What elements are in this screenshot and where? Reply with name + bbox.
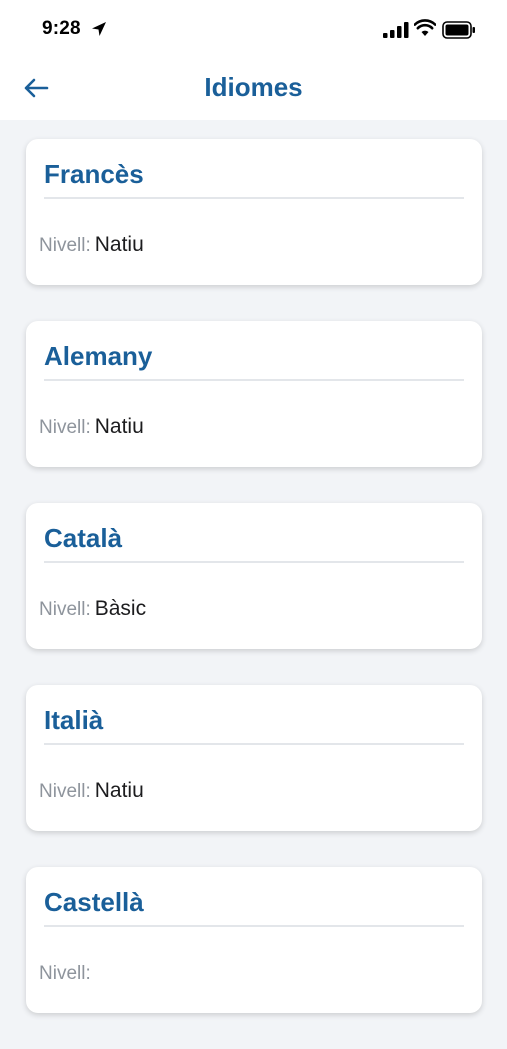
- language-level: Nivell: Natiu: [39, 415, 144, 439]
- language-list: Francès Nivell: Natiu Alemany Nivell: Nati…: [26, 139, 482, 1049]
- divider: [44, 743, 464, 745]
- divider: [44, 561, 464, 563]
- level-label: Nivell:: [39, 599, 91, 620]
- level-label: Nivell:: [39, 781, 91, 802]
- language-card[interactable]: Francès Nivell: Natiu: [26, 139, 482, 285]
- status-bar: 9:28: [0, 0, 507, 54]
- divider: [44, 925, 464, 927]
- language-name: Italià: [44, 705, 104, 735]
- wifi-icon: [414, 19, 436, 36]
- level-label: Nivell:: [39, 235, 91, 256]
- status-time: 9:28: [42, 18, 81, 39]
- language-name: Alemany: [44, 341, 153, 371]
- battery-icon: [442, 21, 475, 39]
- divider: [44, 379, 464, 381]
- divider: [44, 197, 464, 199]
- level-value: Natiu: [94, 415, 144, 438]
- cellular-signal-icon: [383, 22, 409, 38]
- location-arrow-icon: [92, 22, 106, 36]
- language-level: Nivell: Natiu: [39, 779, 144, 803]
- nav-bar: Idiomes: [0, 54, 507, 120]
- language-name: Francès: [44, 159, 144, 189]
- level-value: Bàsic: [94, 597, 147, 620]
- level-value: Natiu: [94, 779, 144, 802]
- page-title: Idiomes: [204, 72, 303, 102]
- language-level: Nivell: Natiu: [39, 233, 144, 257]
- language-card[interactable]: Alemany Nivell: Natiu: [26, 321, 482, 467]
- language-name: Català: [44, 523, 123, 553]
- language-card[interactable]: Català Nivell: Bàsic: [26, 503, 482, 649]
- language-level: Nivell:: [39, 961, 95, 985]
- level-label: Nivell:: [39, 963, 91, 984]
- language-name: Castellà: [44, 887, 144, 917]
- language-card[interactable]: Castellà Nivell:: [26, 867, 482, 1013]
- language-card[interactable]: Italià Nivell: Natiu: [26, 685, 482, 831]
- language-level: Nivell: Bàsic: [39, 597, 146, 621]
- level-value: Natiu: [94, 233, 144, 256]
- level-label: Nivell:: [39, 417, 91, 438]
